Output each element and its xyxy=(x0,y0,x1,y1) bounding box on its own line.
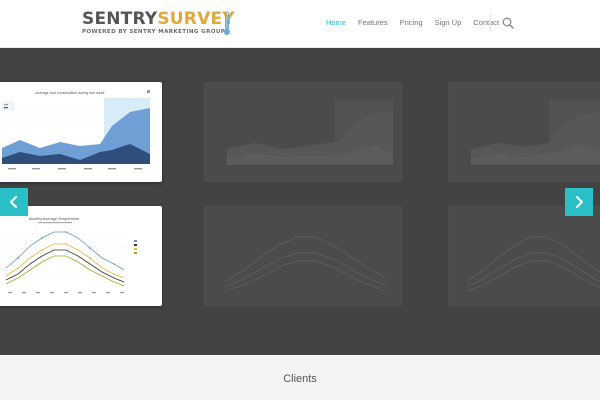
clients-heading: Clients xyxy=(283,373,317,385)
line-chart-thumbnail xyxy=(224,236,386,292)
gallery-card-area-chart-dim[interactable] xyxy=(204,82,402,182)
thermometer-icon xyxy=(224,11,230,35)
chevron-right-icon xyxy=(576,196,583,208)
gallery-card-line-chart[interactable]: Monthly Average Temperature xyxy=(0,206,162,306)
gallery-card-line-chart-dim[interactable] xyxy=(448,206,600,306)
nav-features[interactable]: Features xyxy=(358,18,388,27)
logo-part-1: SENTRY xyxy=(82,9,158,29)
clients-section: Clients xyxy=(0,355,600,400)
area-chart-thumbnail xyxy=(227,99,393,165)
logo[interactable]: SENTRYSURVEY POWERED BY SENTRY MARKETING… xyxy=(82,10,235,38)
logo-tagline: POWERED BY SENTRY MARKETING GROUP xyxy=(82,29,226,35)
screenshot-gallery: Average fruit consumption during one wee… xyxy=(0,48,600,355)
site-header: SENTRYSURVEY POWERED BY SENTRY MARKETING… xyxy=(0,0,600,48)
nav-sign-up[interactable]: Sign Up xyxy=(435,18,462,27)
chart-title: Monthly Average Temperature xyxy=(29,217,80,221)
gallery-prev-button[interactable] xyxy=(0,188,28,216)
gallery-next-button[interactable] xyxy=(565,188,593,216)
nav-pricing[interactable]: Pricing xyxy=(400,18,423,27)
chart-title: Average fruit consumption during one wee… xyxy=(35,91,104,95)
nav-contact[interactable]: Contact xyxy=(473,18,499,27)
gallery-card-area-chart[interactable]: Average fruit consumption during one wee… xyxy=(0,82,162,182)
gallery-card-line-chart-dim[interactable] xyxy=(204,206,402,306)
area-chart-thumbnail: Average fruit consumption during one wee… xyxy=(1,90,150,170)
search-icon[interactable] xyxy=(502,17,514,29)
nav-divider xyxy=(490,14,491,32)
logo-wordmark: SENTRYSURVEY xyxy=(82,10,235,28)
line-chart-thumbnail: Monthly Average Temperature xyxy=(4,217,137,294)
nav-home[interactable]: Home xyxy=(326,18,346,27)
area-chart-thumbnail xyxy=(471,99,600,165)
main-nav: Home Features Pricing Sign Up Contact xyxy=(326,18,511,27)
line-chart-thumbnail xyxy=(466,236,600,292)
chevron-left-icon xyxy=(10,196,17,208)
gallery-card-area-chart-dim[interactable] xyxy=(448,82,600,182)
